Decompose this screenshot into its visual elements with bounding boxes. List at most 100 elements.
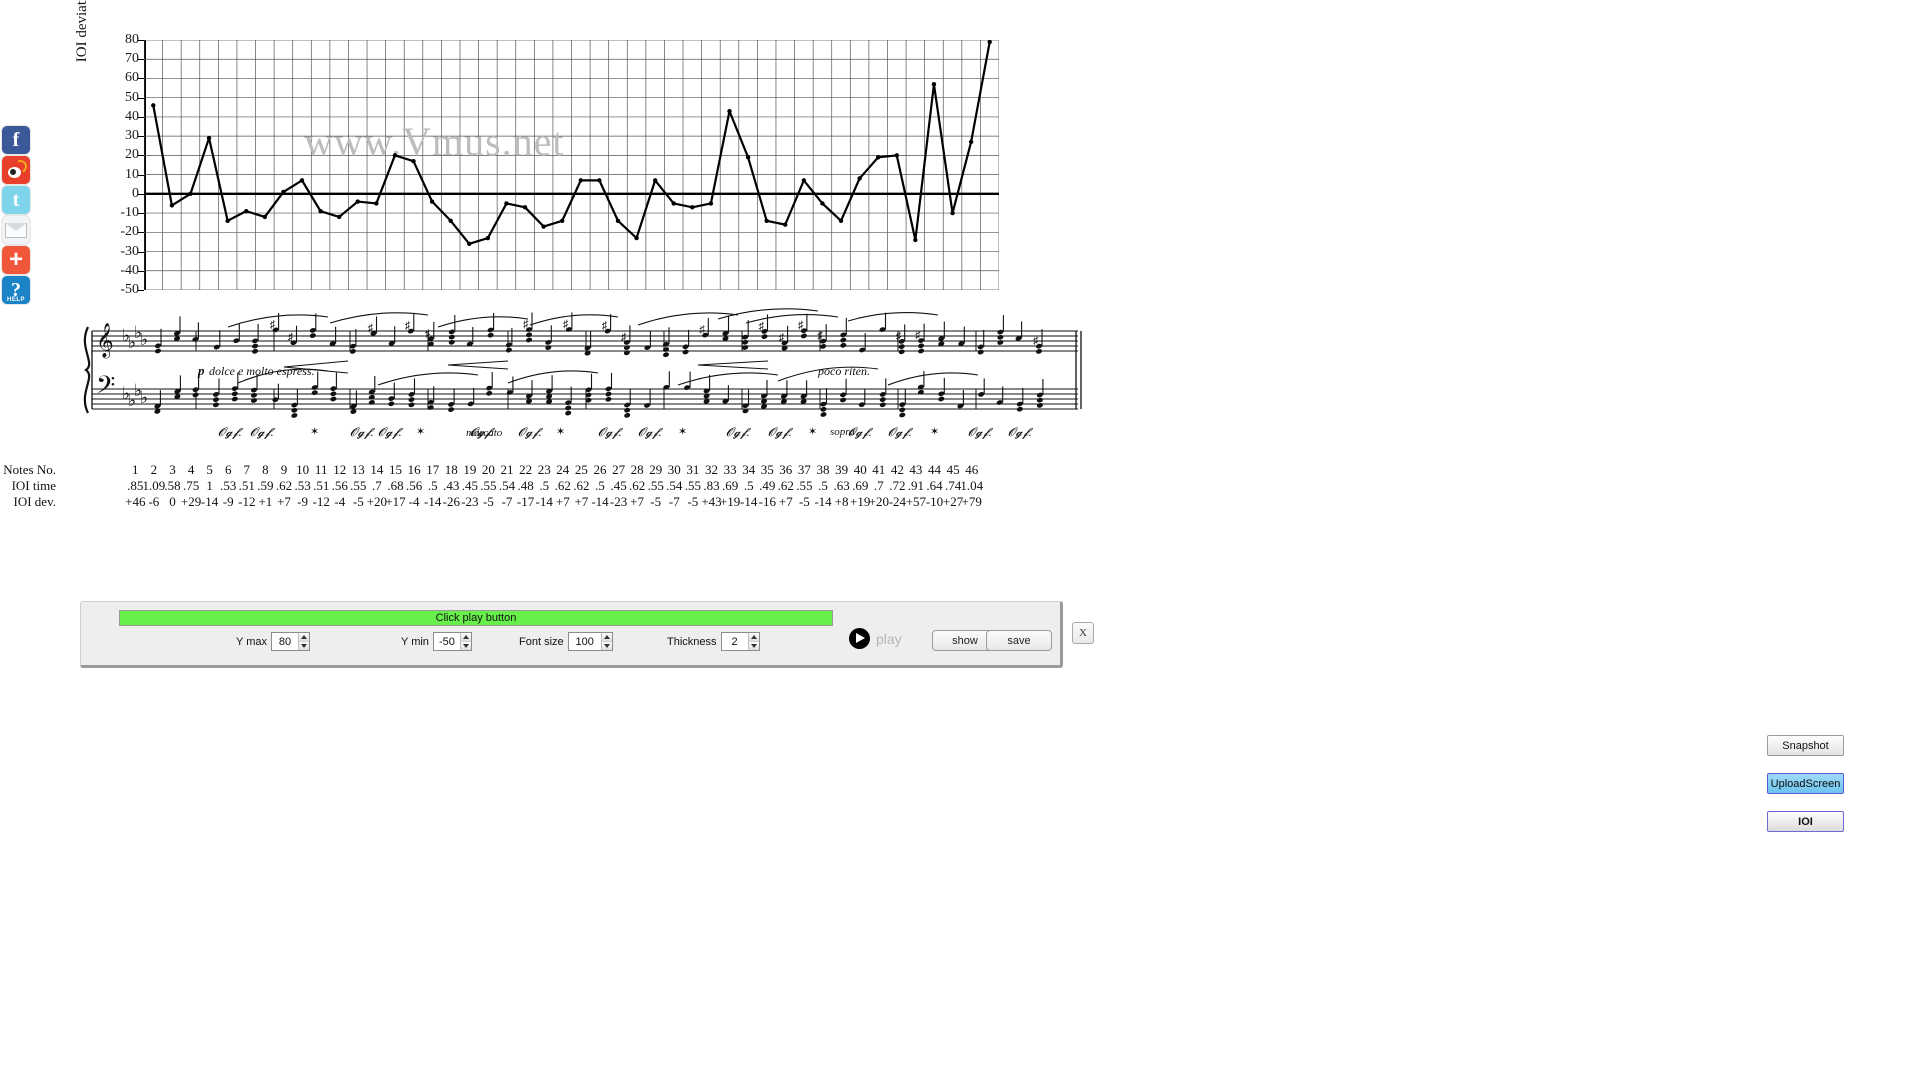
y-tick-label: 30	[125, 128, 139, 144]
y-min-spin-up[interactable]	[460, 633, 471, 642]
table-cell: -4	[334, 494, 346, 509]
table-cell: .7	[372, 478, 382, 493]
svg-text:✶: ✶	[416, 426, 425, 438]
y-max-input[interactable]	[271, 633, 298, 650]
table-cell: 32	[705, 462, 718, 477]
table-cell: .68	[387, 478, 404, 493]
y-max-spin-up[interactable]	[298, 633, 309, 642]
y-min-control: Y min	[401, 632, 472, 651]
table-cell: .55	[350, 478, 367, 493]
y-max-spin-down[interactable]	[298, 642, 309, 650]
y-tick-mark	[138, 136, 144, 138]
font-size-spin-down[interactable]	[601, 642, 612, 650]
svg-text:✶: ✶	[930, 426, 939, 438]
y-tick-label: 20	[125, 147, 139, 163]
table-cell: 18	[444, 462, 458, 477]
svg-text:𝓞𝓰𝓯.: 𝓞𝓰𝓯.	[768, 425, 794, 439]
table-cell: -14	[424, 494, 442, 509]
y-tick-mark	[138, 251, 144, 253]
play-icon[interactable]	[849, 628, 870, 649]
table-cell: 44	[928, 462, 941, 477]
save-button[interactable]: save	[986, 630, 1052, 651]
table-cell: -14	[814, 494, 832, 509]
font-size-control: Font size	[519, 632, 613, 651]
table-cell: .69	[721, 478, 739, 493]
y-min-input[interactable]	[433, 633, 460, 650]
table-cell: 15	[389, 462, 402, 477]
table-cell: -14	[740, 494, 758, 509]
close-panel-button[interactable]: X	[1072, 622, 1094, 644]
svg-text:𝓞𝓰𝓯.: 𝓞𝓰𝓯.	[518, 425, 544, 439]
dynamic-p: p	[197, 363, 205, 378]
thickness-stepper[interactable]	[720, 632, 760, 651]
table-cell: .7	[873, 478, 884, 493]
play-button[interactable]: play	[849, 628, 902, 649]
pedal-markings: 𝓞𝓰𝓯. 𝓞𝓰𝓯. ✶ 𝓞𝓰𝓯. 𝓞𝓰𝓯. ✶ 𝓞𝓰𝓯. 𝓞𝓰𝓯. ✶ 𝓞𝓰𝓯. 𝓞𝓰𝓯. ✶ 𝓞𝓰𝓯.…	[218, 425, 1034, 439]
thickness-input[interactable]	[721, 633, 748, 650]
table-cell: -12	[312, 494, 330, 509]
thickness-spin-buttons[interactable]	[747, 633, 759, 650]
y-axis-label: IOI deviations (%)	[74, 0, 90, 63]
table-cell: +20	[366, 494, 388, 509]
table-cell: +57	[905, 494, 927, 509]
upload-screen-button[interactable]: UploadScreen	[1767, 773, 1844, 794]
svg-text:♯: ♯	[621, 331, 627, 343]
table-cell: .62	[573, 478, 590, 493]
table-cell: 1.04	[960, 478, 984, 493]
font-size-spin-up[interactable]	[601, 633, 612, 642]
table-cell: .62	[777, 478, 794, 493]
table-cell: .5	[427, 478, 438, 493]
y-tick-mark	[138, 270, 144, 272]
envelope-shape	[5, 222, 27, 238]
share-plus-icon[interactable]: +	[2, 246, 30, 274]
thickness-spin-down[interactable]	[748, 642, 759, 650]
table-cell: 45	[946, 462, 960, 477]
snapshot-button[interactable]: Snapshot	[1767, 735, 1844, 756]
y-min-spin-down[interactable]	[460, 642, 471, 650]
table-cell: +7	[630, 494, 645, 509]
y-tick-mark	[138, 59, 144, 61]
table-cell: -16	[758, 494, 776, 509]
facebook-icon[interactable]: f	[2, 126, 30, 154]
y-min-spin-buttons[interactable]	[459, 633, 471, 650]
grand-staff-brace	[83, 326, 91, 414]
y-tick-mark	[138, 193, 144, 195]
email-icon[interactable]	[2, 216, 30, 244]
svg-text:𝓞𝓰𝓯.: 𝓞𝓰𝓯.	[1008, 425, 1034, 439]
table-cell: 35	[760, 462, 774, 477]
table-cell: -26	[442, 494, 460, 509]
play-label: play	[876, 630, 902, 647]
table-cell: 42	[890, 462, 904, 477]
twitter-icon[interactable]: t	[2, 186, 30, 214]
y-tick-mark	[138, 97, 144, 99]
y-max-stepper[interactable]	[270, 632, 310, 651]
ioi-button[interactable]: IOI	[1767, 811, 1844, 832]
facebook-glyph: f	[12, 128, 20, 151]
table-cell: -14	[200, 494, 219, 509]
table-cell: +8	[834, 494, 849, 509]
help-icon[interactable]: ? HELP	[2, 276, 30, 304]
table-cell: 38	[816, 462, 830, 477]
svg-text:𝓞𝓰𝓯.: 𝓞𝓰𝓯.	[888, 425, 914, 439]
table-cell: 41	[872, 462, 886, 477]
table-cell: 23	[537, 462, 551, 477]
table-cell: .62	[554, 478, 571, 493]
expression-poco-riten: poco riten.	[817, 364, 870, 378]
y-tick-label: -50	[120, 282, 139, 297]
font-size-stepper[interactable]	[567, 632, 613, 651]
weibo-icon[interactable]	[2, 156, 30, 184]
playback-progress-bar[interactable]: Click play button	[119, 610, 833, 626]
font-size-spin-buttons[interactable]	[600, 633, 612, 650]
treble-clef-glyph: 𝄞	[96, 323, 114, 359]
font-size-input[interactable]	[568, 633, 601, 650]
svg-text:♯: ♯	[602, 320, 608, 332]
expression-marcato: marcato	[466, 427, 503, 439]
y-tick-mark	[138, 290, 144, 291]
y-max-spin-buttons[interactable]	[297, 633, 309, 650]
y-min-stepper[interactable]	[432, 632, 472, 651]
svg-text:♯: ♯	[523, 319, 529, 331]
table-cell: .69	[852, 478, 869, 493]
table-cell: 1	[132, 462, 139, 477]
thickness-spin-up[interactable]	[748, 633, 759, 642]
table-cell: +43	[701, 494, 722, 509]
